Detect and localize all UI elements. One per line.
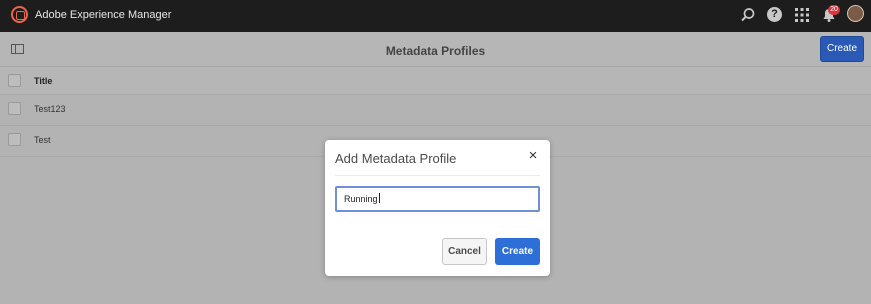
row-checkbox[interactable] [8,102,21,115]
notification-count-badge: 20 [828,5,840,15]
dialog-divider [335,175,540,176]
top-navigation-bar: Adobe Experience Manager ? 20 [0,0,871,32]
create-button[interactable]: Create [820,36,864,62]
profile-name-value: Running [344,194,378,204]
row-title: Test123 [34,104,66,114]
user-avatar[interactable] [847,5,864,22]
page-title: Metadata Profiles [385,44,486,58]
table-row[interactable]: Test123 [0,95,871,126]
search-icon[interactable] [740,7,756,23]
app-title: Adobe Experience Manager [35,9,172,21]
profile-name-input[interactable]: Running [335,186,540,212]
apps-grid-icon[interactable] [794,7,810,23]
adobe-experience-manager-logo-icon[interactable] [11,6,28,23]
row-checkbox[interactable] [8,133,21,146]
table-header-row: Title [0,67,871,95]
dialog-title: Add Metadata Profile [335,151,457,166]
title-column-header: Title [34,76,53,86]
close-icon[interactable]: × [526,148,540,163]
select-all-checkbox[interactable] [8,74,21,87]
text-caret [378,193,380,203]
dialog-create-button[interactable]: Create [495,238,540,265]
row-title: Test [34,135,51,145]
add-metadata-profile-dialog: Add Metadata Profile × Running Cancel Cr… [325,140,550,276]
page-action-bar: Metadata Profiles Create [0,32,871,67]
cancel-button[interactable]: Cancel [442,238,487,265]
help-icon[interactable]: ? [767,7,782,22]
